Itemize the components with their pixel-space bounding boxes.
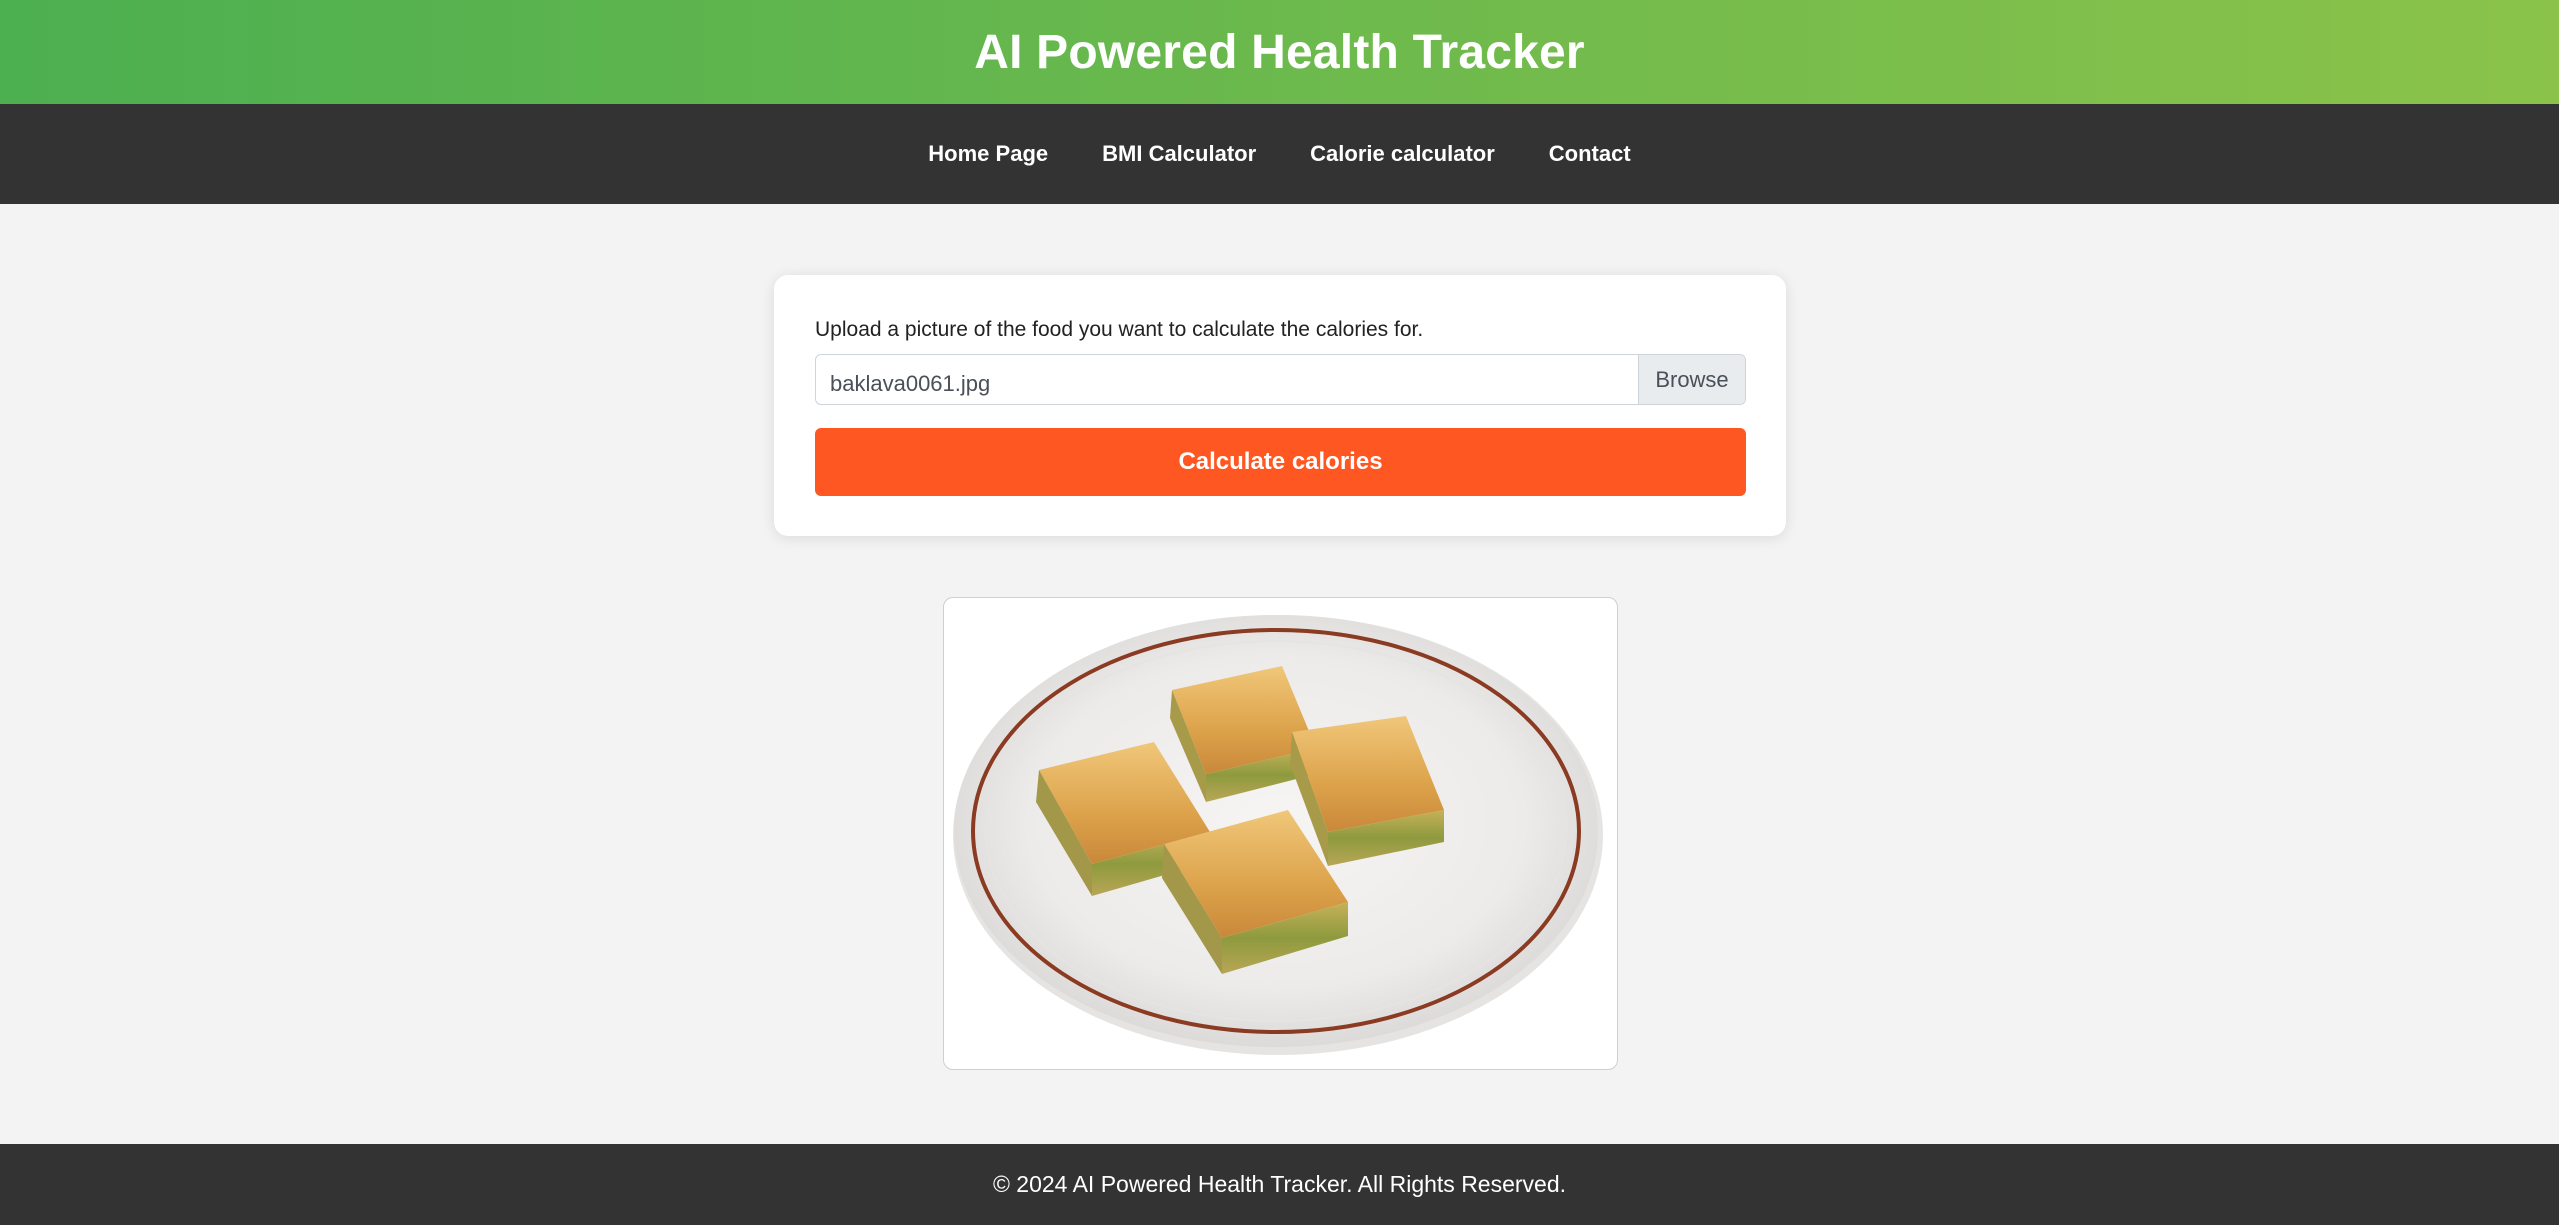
site-footer: © 2024 AI Powered Health Tracker. All Ri…: [0, 1144, 2559, 1225]
site-header: AI Powered Health Tracker: [0, 0, 2559, 104]
site-title: AI Powered Health Tracker: [974, 25, 1585, 79]
main-nav: Home Page BMI Calculator Calorie calcula…: [0, 104, 2559, 204]
nav-item-contact[interactable]: Contact: [1549, 141, 1631, 167]
food-image-preview: [943, 597, 1618, 1070]
copyright-text: © 2024 AI Powered Health Tracker. All Ri…: [992, 1171, 1567, 1197]
upload-label: Upload a picture of the food you want to…: [815, 318, 1424, 341]
baklava-plate-image: [953, 615, 1603, 1055]
nav-item-home[interactable]: Home Page: [928, 141, 1048, 167]
nav-item-calorie-calculator[interactable]: Calorie calculator: [1310, 141, 1495, 167]
file-name-display[interactable]: baklava0061.jpg: [816, 355, 1638, 404]
upload-card: Upload a picture of the food you want to…: [774, 275, 1786, 536]
nav-item-bmi-calculator[interactable]: BMI Calculator: [1102, 141, 1256, 167]
calculate-calories-button[interactable]: Calculate calories: [815, 428, 1746, 496]
file-input[interactable]: baklava0061.jpg Browse: [815, 354, 1746, 405]
browse-button[interactable]: Browse: [1638, 355, 1745, 404]
